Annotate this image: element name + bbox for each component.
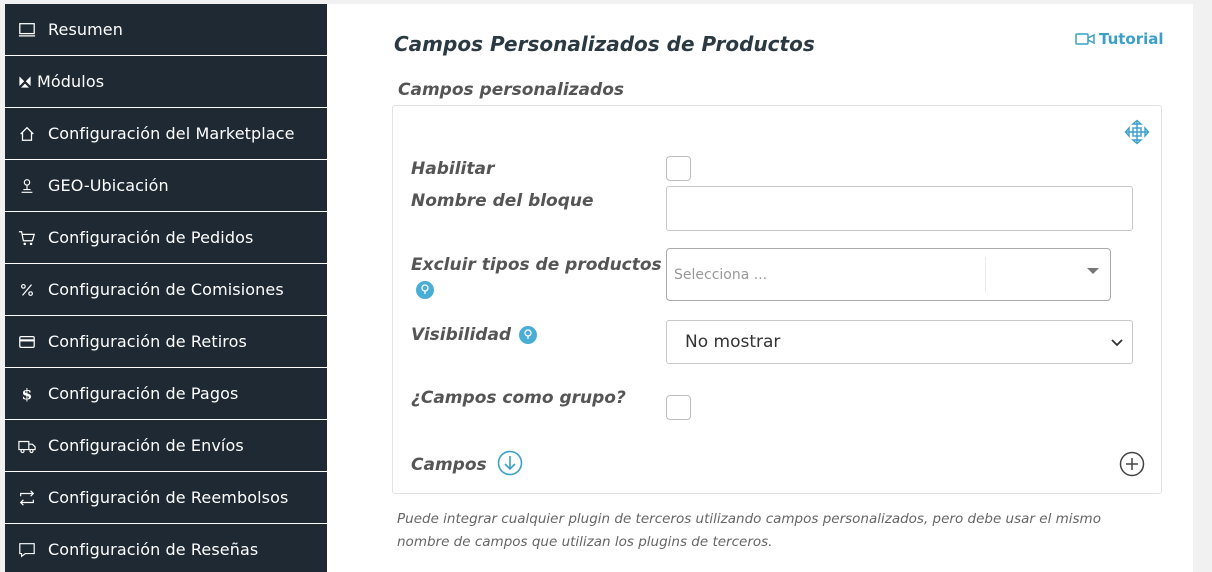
sidebar-item-label: Configuración de Pedidos [48, 228, 254, 247]
sidebar-item-modulos[interactable]: Módulos [5, 56, 327, 108]
visibility-select[interactable]: No mostrar [666, 320, 1133, 364]
truck-icon [17, 436, 37, 456]
sidebar-item-label: Configuración de Pagos [48, 384, 239, 403]
tutorial-link[interactable]: Tutorial [1075, 30, 1164, 48]
fields-label: Campos [411, 455, 487, 475]
group-fields-checkbox[interactable] [666, 395, 691, 420]
svg-text:$: $ [22, 385, 33, 403]
monitor-icon [17, 20, 37, 40]
help-icon[interactable] [519, 326, 538, 344]
sidebar-item-label: Configuración del Marketplace [48, 124, 295, 143]
sidebar-item-resumen[interactable]: Resumen [5, 4, 327, 56]
sidebar-item-label: Configuración de Retiros [48, 332, 247, 351]
sidebar-item-pedidos[interactable]: Configuración de Pedidos [5, 212, 327, 264]
cart-icon [17, 228, 37, 248]
comment-icon [17, 540, 37, 560]
enable-label: Habilitar [411, 159, 495, 179]
exclude-types-label: Excluir tipos de productos [411, 255, 662, 275]
exclude-types-search[interactable]: Selecciona ... [668, 255, 986, 295]
sidebar-item-reembolsos[interactable]: Configuración de Reembolsos [5, 472, 327, 524]
dollar-icon: $ [17, 384, 37, 404]
sidebar-item-geo[interactable]: GEO-Ubicación [5, 160, 327, 212]
sidebar-item-label: Configuración de Reembolsos [48, 488, 289, 507]
section-title: Campos personalizados [398, 80, 624, 100]
chevron-down-icon [1111, 339, 1123, 347]
sidebar-item-label: Configuración de Comisiones [48, 280, 284, 299]
block-name-input[interactable] [666, 186, 1133, 231]
sidebar: Resumen Módulos Configuración del Market… [5, 4, 327, 572]
visibility-label-text: Visibilidad [411, 325, 512, 345]
exclude-types-select[interactable]: Selecciona ... [666, 248, 1111, 301]
modules-icon [17, 72, 33, 92]
caret-down-icon[interactable] [1087, 268, 1099, 274]
sidebar-item-label: Resumen [48, 20, 123, 39]
page-title: Campos Personalizados de Productos [394, 32, 815, 56]
sidebar-item-resenas[interactable]: Configuración de Reseñas [5, 524, 327, 572]
move-arrows-icon[interactable] [1124, 119, 1150, 145]
sidebar-item-marketplace[interactable]: Configuración del Marketplace [5, 108, 327, 160]
sidebar-item-comisiones[interactable]: Configuración de Comisiones [5, 264, 327, 316]
sidebar-item-label: Configuración de Reseñas [48, 540, 259, 559]
video-camera-icon [1075, 33, 1095, 45]
sidebar-item-label: Configuración de Envíos [48, 436, 244, 455]
main-content: Campos Personalizados de Productos Tutor… [327, 4, 1193, 572]
sidebar-item-envios[interactable]: Configuración de Envíos [5, 420, 327, 472]
credit-card-icon [17, 332, 37, 352]
tutorial-label: Tutorial [1099, 30, 1164, 48]
custom-fields-panel: Habilitar Nombre del bloque Excluir tipo… [392, 105, 1162, 494]
visibility-label: Visibilidad [411, 325, 538, 345]
enable-checkbox[interactable] [666, 156, 691, 181]
visibility-selected-value: No mostrar [685, 332, 781, 352]
location-pin-icon [17, 176, 37, 196]
refund-arrows-icon [17, 488, 37, 508]
sidebar-item-label: Módulos [37, 72, 105, 91]
sidebar-item-retiros[interactable]: Configuración de Retiros [5, 316, 327, 368]
block-name-label: Nombre del bloque [411, 191, 594, 211]
add-circle-icon[interactable] [1119, 451, 1145, 477]
home-icon [17, 124, 37, 144]
arrow-down-circle-icon[interactable] [497, 450, 523, 476]
sidebar-item-label: GEO-Ubicación [48, 176, 169, 195]
help-icon[interactable] [416, 281, 434, 299]
group-fields-label: ¿Campos como grupo? [411, 388, 626, 408]
percent-icon [17, 280, 37, 300]
select-divider [985, 257, 986, 293]
sidebar-item-pagos[interactable]: $ Configuración de Pagos [5, 368, 327, 420]
help-note: Puede integrar cualquier plugin de terce… [397, 511, 1101, 550]
